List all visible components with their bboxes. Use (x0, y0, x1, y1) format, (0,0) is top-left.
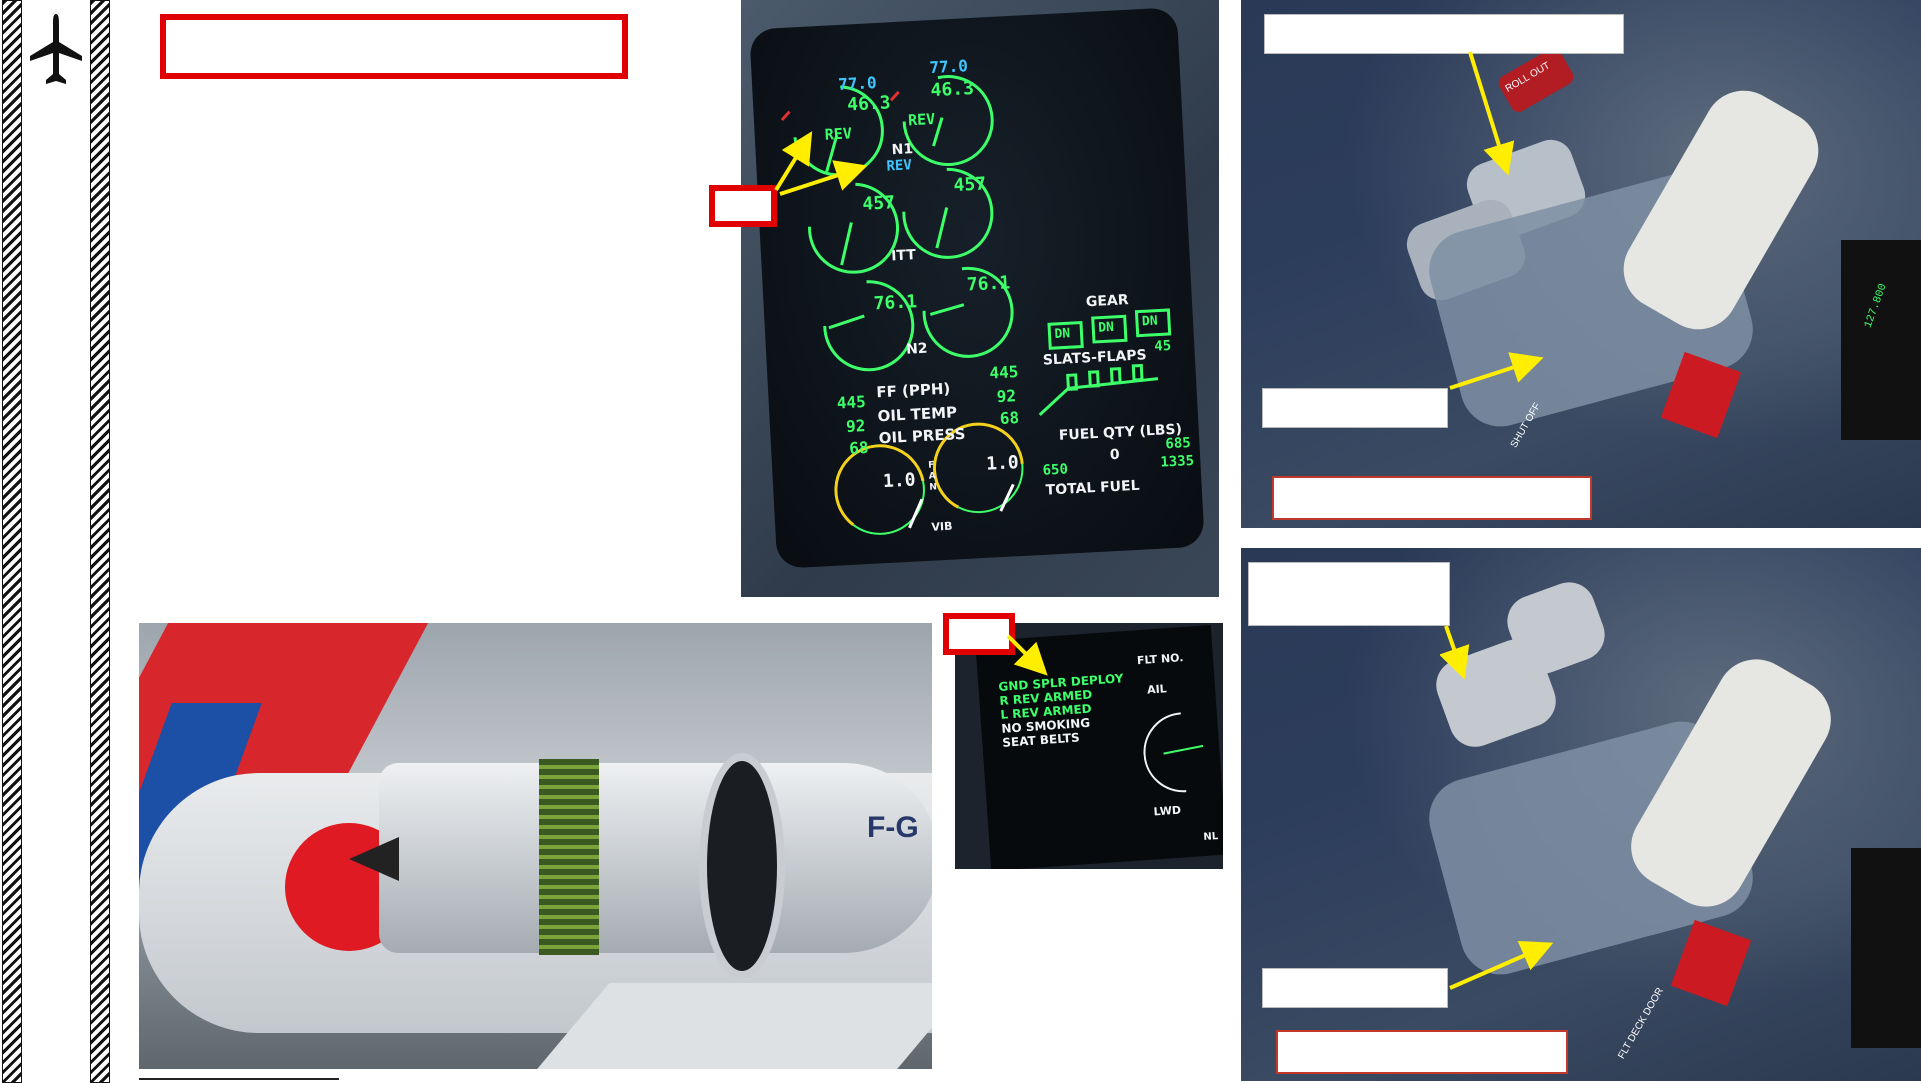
aircraft-engine-photo: F-G (139, 623, 932, 1069)
n1-left-value: 46.3 (846, 92, 892, 116)
n1-left-top: 77.0 (837, 72, 878, 94)
exhaust-cone (349, 837, 399, 881)
gear-right-state: DN (1141, 313, 1159, 330)
ff-left: 445 (836, 391, 867, 413)
fuel-left: 650 (1042, 461, 1069, 479)
rev-arrows (774, 131, 868, 196)
top-right-arrows (1449, 51, 1544, 390)
vib-right-value: 1.0 (985, 452, 1020, 475)
ail-label: AIL (1146, 682, 1168, 697)
flt-deck-door-label: FLT DECK DOOR (1616, 986, 1666, 1061)
bottom-right-arrows (1440, 625, 1554, 990)
right-border-hatch (90, 0, 110, 1083)
slats-flaps-value: 45 (1153, 337, 1172, 355)
flt-no-label: FLT NO. (1136, 651, 1184, 668)
n1-label: N1 (891, 141, 914, 159)
oil-temp-left: 92 (845, 416, 866, 437)
oil-temp-right: 92 (996, 386, 1017, 407)
fuel-center: 0 (1109, 446, 1121, 464)
thrust-reverser-cascade (539, 759, 599, 955)
red-levers-bottom (1670, 919, 1752, 1007)
gear-label: GEAR (1085, 292, 1129, 311)
airplane-icon (28, 12, 84, 92)
eicas-display-photo: 77.0 46.3 77.0 46.3 REV REV N1 REV 457 4… (741, 0, 1219, 597)
n2-left-value: 76.1 (873, 291, 918, 315)
aileron-gauge (1143, 712, 1204, 793)
vib-left-value: 1.0 (882, 469, 917, 493)
itt-label: ITT (890, 247, 917, 265)
n2-label: N2 (905, 340, 928, 358)
engine-nacelle (379, 763, 932, 953)
comm-panel-bottom (1851, 848, 1921, 1048)
top-right-callout-3 (1272, 476, 1592, 520)
status-display-photo: GND SPLR DEPLOY R REV ARMED L REV ARMED … (955, 623, 1223, 869)
ff-label: FF (PPH) (875, 379, 951, 402)
aircraft-registration: F-G (867, 811, 919, 844)
bottom-right-callout-2 (1262, 968, 1448, 1008)
bottom-right-callout-1 (1248, 562, 1450, 626)
gear-nose-state: DN (1097, 319, 1115, 336)
bottom-right-callout-3 (1276, 1030, 1568, 1074)
ff-right: 445 (988, 361, 1019, 383)
comm-panel (1841, 240, 1921, 440)
eicas-screen: 77.0 46.3 77.0 46.3 REV REV N1 REV 457 4… (749, 7, 1205, 569)
n1-right-rev: REV (907, 109, 936, 130)
top-right-callout-2 (1262, 388, 1448, 428)
n1-rev-label: REV (886, 157, 913, 175)
engine-inlet (699, 753, 785, 979)
nl-label: NL (1203, 831, 1219, 844)
bottom-rule (139, 1078, 339, 1080)
top-right-callout-1 (1264, 14, 1624, 54)
oil-press-right: 68 (999, 407, 1020, 428)
fuel-right: 685 (1165, 435, 1192, 453)
title-annotation-box (160, 14, 628, 79)
left-border-hatch (2, 0, 22, 1083)
status-message-list: GND SPLR DEPLOY R REV ARMED L REV ARMED … (998, 671, 1128, 750)
status-arrow (1006, 634, 1048, 676)
n1-right-value: 46.3 (930, 77, 975, 102)
gear-left-state: DN (1054, 326, 1071, 342)
lwd-label: LWD (1153, 803, 1182, 819)
total-fuel-value: 1335 (1159, 452, 1195, 471)
itt-right-value: 457 (953, 173, 987, 197)
vib-label: VIB (931, 519, 953, 534)
oil-press-left: 68 (848, 437, 869, 458)
n1-right-top: 77.0 (928, 56, 969, 78)
n2-right-value: 76.1 (966, 272, 1011, 296)
